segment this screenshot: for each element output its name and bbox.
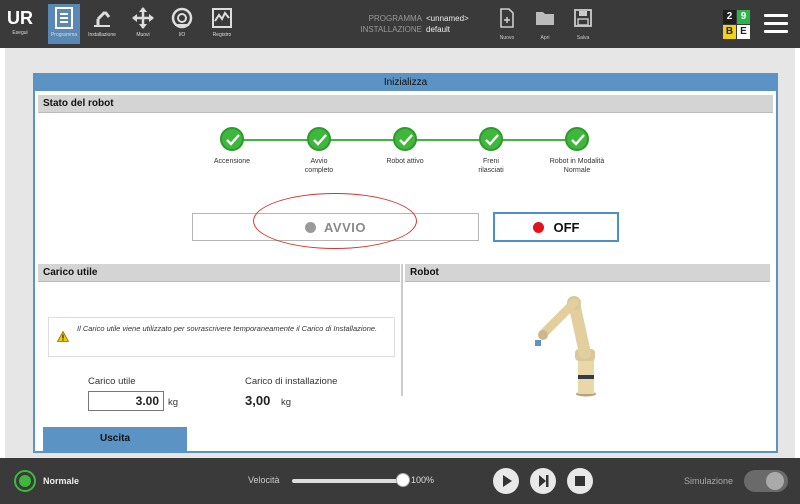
program-icon xyxy=(55,7,73,29)
play-button[interactable] xyxy=(493,468,519,494)
hamburger-menu-icon[interactable] xyxy=(764,14,788,34)
status-indicator-icon[interactable] xyxy=(14,470,36,492)
status-label: Normale xyxy=(43,476,80,486)
main-area: Inizializza Stato del robot Accensione A… xyxy=(5,48,795,458)
open-button[interactable]: Apri xyxy=(530,8,560,41)
check-icon xyxy=(479,127,503,151)
step-label: Freni rilasciati xyxy=(478,158,504,174)
off-button-label: OFF xyxy=(553,219,580,235)
new-file-icon xyxy=(500,8,514,28)
step-forward-icon xyxy=(539,475,549,487)
badge-b: B xyxy=(723,25,736,39)
off-button[interactable]: OFF xyxy=(493,212,619,242)
payload-input[interactable]: 3.00 xyxy=(88,391,164,411)
tab-program[interactable]: Programma xyxy=(48,4,80,44)
simulation-label: Simulazione xyxy=(684,476,734,486)
ur-logo-icon: UR xyxy=(7,8,33,28)
io-icon xyxy=(171,7,193,29)
simulation-toggle[interactable] xyxy=(744,470,788,492)
start-button[interactable]: AVVIO xyxy=(192,213,479,241)
check-icon xyxy=(220,127,244,151)
program-info: PROGRAMMA <unnamed> INSTALLAZIONE default xyxy=(352,13,469,35)
new-button-label: Nuovo xyxy=(499,35,515,41)
step-boot-complete: Avvio completo xyxy=(279,127,359,175)
move-icon xyxy=(132,7,154,29)
payload-notice: Il Carico utile viene utilizzato per sov… xyxy=(48,317,395,357)
step-button[interactable] xyxy=(530,468,556,494)
tab-log[interactable]: Registro xyxy=(206,4,238,44)
step-label: Avvio completo xyxy=(304,158,334,174)
dialog-title: Inizializza xyxy=(35,75,776,91)
program-key: PROGRAMMA xyxy=(368,14,422,23)
tab-io[interactable]: I/O xyxy=(166,4,198,44)
open-folder-icon xyxy=(536,12,554,25)
run-tab[interactable]: UR Esegui xyxy=(6,6,34,40)
tab-installation-label: Installazione xyxy=(88,32,116,38)
save-button[interactable]: Salva xyxy=(568,8,598,41)
installation-name: default xyxy=(426,25,451,34)
speed-slider-handle[interactable] xyxy=(396,473,410,487)
payload-label: Carico utile xyxy=(88,376,136,387)
initialize-dialog: Inizializza Stato del robot Accensione A… xyxy=(33,73,778,453)
tab-io-label: I/O xyxy=(178,32,186,38)
payload-notice-text: Il Carico utile viene utilizzato per sov… xyxy=(77,324,378,333)
step-label: Accensione xyxy=(213,158,251,165)
red-dot-icon xyxy=(532,221,544,233)
badge-e: E xyxy=(737,25,750,39)
robot-arm-icon xyxy=(535,296,596,397)
save-icon xyxy=(574,9,592,27)
status-dot-icon xyxy=(305,221,316,233)
tab-installation[interactable]: Installazione xyxy=(86,4,118,44)
tab-program-label: Programma xyxy=(50,32,78,38)
new-button[interactable]: Nuovo xyxy=(492,8,522,41)
installation-payload-label: Carico di installazione xyxy=(245,376,338,387)
badge-9: 9 xyxy=(737,10,750,24)
step-power-on: Accensione xyxy=(192,127,272,166)
stop-icon xyxy=(575,476,585,486)
speed-value: 100% xyxy=(411,475,435,485)
step-label: Robot in Modalità Normale xyxy=(549,158,605,174)
robot-state-header: Stato del robot xyxy=(38,95,773,113)
check-icon xyxy=(393,127,417,151)
speed-slider[interactable] xyxy=(292,479,404,483)
tab-log-label: Registro xyxy=(212,32,232,38)
program-name: <unnamed> xyxy=(426,14,469,23)
tab-move-label: Muovi xyxy=(136,32,150,38)
step-robot-active: Robot attivo xyxy=(365,127,445,166)
play-icon xyxy=(503,475,512,487)
step-normal-mode: Robot in Modalità Normale xyxy=(537,127,617,175)
status-badges[interactable]: 2 9 B E xyxy=(723,10,751,40)
panel-divider xyxy=(401,264,403,396)
tab-move[interactable]: Muovi xyxy=(127,4,159,44)
open-button-label: Apri xyxy=(540,35,550,41)
step-brakes-released: Freni rilasciati xyxy=(451,127,531,175)
check-icon xyxy=(565,127,589,151)
robot-header: Robot xyxy=(405,264,770,282)
log-icon xyxy=(212,8,232,28)
installation-key: INSTALLAZIONE xyxy=(360,25,422,34)
stop-button[interactable] xyxy=(567,468,593,494)
badge-2: 2 xyxy=(723,10,736,24)
exit-button[interactable]: Uscita xyxy=(43,427,187,451)
robot-view xyxy=(405,289,770,397)
warning-icon xyxy=(57,331,69,342)
installation-icon xyxy=(94,10,111,27)
run-tab-label: Esegui xyxy=(12,30,28,36)
bottom-bar: Normale Velocità 100% Simulazione xyxy=(0,458,800,504)
payload-header: Carico utile xyxy=(38,264,400,282)
speed-label: Velocità xyxy=(248,475,280,485)
check-icon xyxy=(307,127,331,151)
installation-payload-unit: kg xyxy=(281,397,292,408)
step-label: Robot attivo xyxy=(386,158,424,165)
save-button-label: Salva xyxy=(576,35,590,41)
top-bar: UR Esegui Programma Installazione Muovi … xyxy=(0,0,800,48)
start-button-label: AVVIO xyxy=(324,219,366,235)
installation-payload-value: 3,00 xyxy=(245,393,271,408)
toggle-knob xyxy=(766,472,784,490)
payload-unit: kg xyxy=(168,397,179,408)
